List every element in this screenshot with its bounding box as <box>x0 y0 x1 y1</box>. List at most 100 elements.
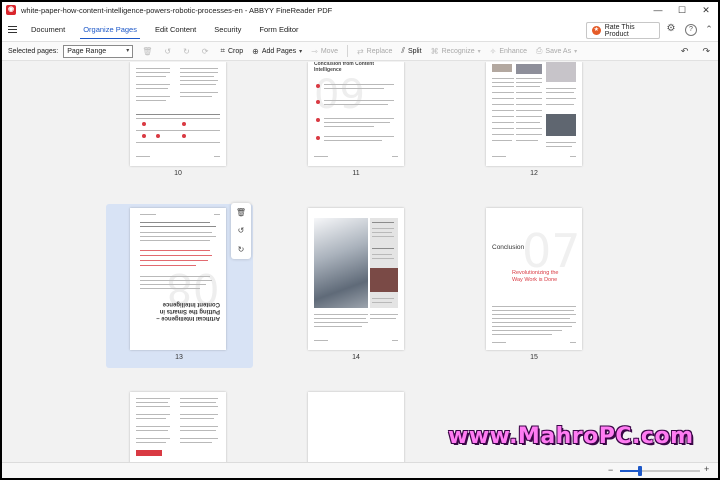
page-number: 10 <box>174 170 182 177</box>
page-thumbnail-12[interactable]: 12 <box>486 62 582 182</box>
save-as-label: Save As <box>545 47 572 55</box>
page-number: 15 <box>530 354 538 361</box>
maximize-button[interactable]: ☐ <box>670 2 694 18</box>
recognize-label: Recognize <box>441 47 475 55</box>
page-image: 07 Conclusion Revolutionizing the Way Wo… <box>486 208 582 350</box>
page-range-value: Page Range <box>67 47 107 55</box>
page-image <box>130 62 226 166</box>
rotate-left-icon[interactable]: ↺ <box>238 226 245 235</box>
add-pages-button[interactable]: ⊕ Add Pages ▾ <box>252 42 302 61</box>
page-number: 13 <box>175 354 183 361</box>
close-button[interactable]: ✕ <box>694 2 718 18</box>
trash-icon[interactable]: 🗑 <box>236 208 246 217</box>
rotate-right-icon[interactable]: ↻ <box>238 245 245 254</box>
tab-organize-pages[interactable]: Organize Pages <box>74 18 146 42</box>
recognize-icon: ⌘ <box>430 46 439 56</box>
title-bar: ◉ white-paper-how-content-intelligence-p… <box>2 2 718 18</box>
split-button[interactable]: ⫽ Split <box>401 42 421 61</box>
save-icon: ⎙ <box>536 46 543 55</box>
page-heading: Conclusion from Content Intelligence <box>314 62 374 73</box>
page-heading: Conclusion <box>492 244 525 251</box>
delete-page-button[interactable]: 🗑 <box>142 42 155 61</box>
zoom-slider-fill <box>620 470 640 472</box>
enhance-button[interactable]: ✧ Enhance <box>490 42 527 61</box>
page-image <box>130 392 226 462</box>
collapse-ribbon-icon[interactable]: ⌃ <box>703 24 715 36</box>
crop-icon: ⌗ <box>220 46 225 55</box>
selected-pages-label: Selected pages: <box>8 47 59 55</box>
status-bar: − + <box>2 462 718 478</box>
chevron-down-icon: ▾ <box>574 48 578 55</box>
gear-icon[interactable]: ⚙ <box>665 24 677 36</box>
tab-edit-content[interactable]: Edit Content <box>146 18 205 42</box>
zoom-slider[interactable] <box>620 466 700 476</box>
recognize-button[interactable]: ⌘ Recognize ▾ <box>431 42 481 61</box>
page-thumbnail-14[interactable]: 14 <box>308 208 404 368</box>
redo-icon[interactable]: ↷ <box>702 46 710 57</box>
window-controls: — ☐ ✕ <box>646 2 718 18</box>
page-thumbnail-16[interactable] <box>130 392 226 462</box>
replace-label: Replace <box>366 47 393 55</box>
magic-wand-icon: ✧ <box>489 46 497 56</box>
undo-icon[interactable]: ↶ <box>681 46 689 57</box>
menu-bar: Document Organize Pages Edit Content Sec… <box>2 18 718 42</box>
rotate-right-icon: ↻ <box>183 46 190 56</box>
toolbar-divider <box>346 45 348 57</box>
page-thumbnail-11[interactable]: 09 Conclusion from Content Intelligence … <box>308 62 404 182</box>
chevron-down-icon: ▾ <box>477 48 481 55</box>
help-icon[interactable]: ? <box>685 24 697 36</box>
crop-button[interactable]: ⌗ Crop <box>220 42 243 61</box>
page-image <box>308 208 404 350</box>
zoom-out-icon[interactable]: − <box>608 465 613 475</box>
page-number: 14 <box>352 354 360 361</box>
page-image: 08 Artificial Intelligence – Putting the… <box>130 208 226 350</box>
page-image <box>486 62 582 166</box>
star-icon: ★ <box>592 26 601 35</box>
trash-icon: 🗑 <box>142 46 153 56</box>
save-as-button[interactable]: ⎙ Save As ▾ <box>536 42 577 61</box>
page-number: 11 <box>352 170 360 177</box>
tab-form-editor[interactable]: Form Editor <box>250 18 307 42</box>
page-image: 09 Conclusion from Content Intelligence <box>308 62 404 166</box>
move-icon: ⇾ <box>311 46 318 56</box>
abbyy-app-icon: ◉ <box>6 5 16 15</box>
enhance-label: Enhance <box>499 47 527 55</box>
page-thumbnails-area: 10 09 Conclusion from Content Intelligen… <box>2 62 718 462</box>
add-pages-label: Add Pages <box>261 47 297 55</box>
rotate-right-button[interactable]: ↻ <box>183 42 193 61</box>
add-pages-icon: ⊕ <box>252 46 259 56</box>
auto-rotate-button[interactable]: ⟳ <box>202 42 212 61</box>
replace-icon: ⇄ <box>356 46 364 56</box>
rotate-left-button[interactable]: ↺ <box>164 42 174 61</box>
replace-button[interactable]: ⇄ Replace <box>357 42 392 61</box>
watermark-text: www.MahroPC.com <box>448 424 694 449</box>
tab-document[interactable]: Document <box>22 18 74 42</box>
zoom-in-icon[interactable]: + <box>704 464 709 474</box>
page-subheading: Revolutionizing the Way Work is Done <box>512 270 559 283</box>
crop-label: Crop <box>227 47 244 55</box>
tab-security[interactable]: Security <box>205 18 250 42</box>
minimize-button[interactable]: — <box>646 2 670 18</box>
undo-redo-group: ↶ ↷ <box>681 42 710 61</box>
page-thumbnail-15[interactable]: 07 Conclusion Revolutionizing the Way Wo… <box>486 208 582 368</box>
page-range-select[interactable]: Page Range ▾ <box>63 44 134 58</box>
split-label: Split <box>407 47 422 55</box>
page-heading: Artificial Intelligence – Putting the Sm… <box>156 301 220 321</box>
page-floating-toolbar: 🗑 ↺ ↻ <box>231 203 251 259</box>
app-window: ◉ white-paper-how-content-intelligence-p… <box>2 2 718 478</box>
page-thumbnail-10[interactable]: 10 <box>130 62 226 182</box>
rate-button-label: Rate This Product <box>604 23 635 38</box>
page-number: 12 <box>530 170 538 177</box>
move-button[interactable]: ⇾ Move <box>311 42 338 61</box>
split-icon: ⫽ <box>401 46 405 55</box>
auto-rotate-icon: ⟳ <box>201 46 209 56</box>
hamburger-menu-icon[interactable] <box>2 18 22 42</box>
zoom-slider-thumb[interactable] <box>638 466 642 476</box>
page-image <box>308 392 404 462</box>
move-label: Move <box>320 47 338 55</box>
chevron-down-icon: ▾ <box>299 48 303 55</box>
rate-this-product-button[interactable]: ★ Rate This Product <box>586 22 660 39</box>
rotate-left-icon: ↺ <box>164 46 172 56</box>
organize-toolbar: Selected pages: Page Range ▾ 🗑 ↺ ↻ ⟳ ⌗ Cr… <box>2 42 718 61</box>
page-thumbnail-17[interactable] <box>308 392 404 462</box>
